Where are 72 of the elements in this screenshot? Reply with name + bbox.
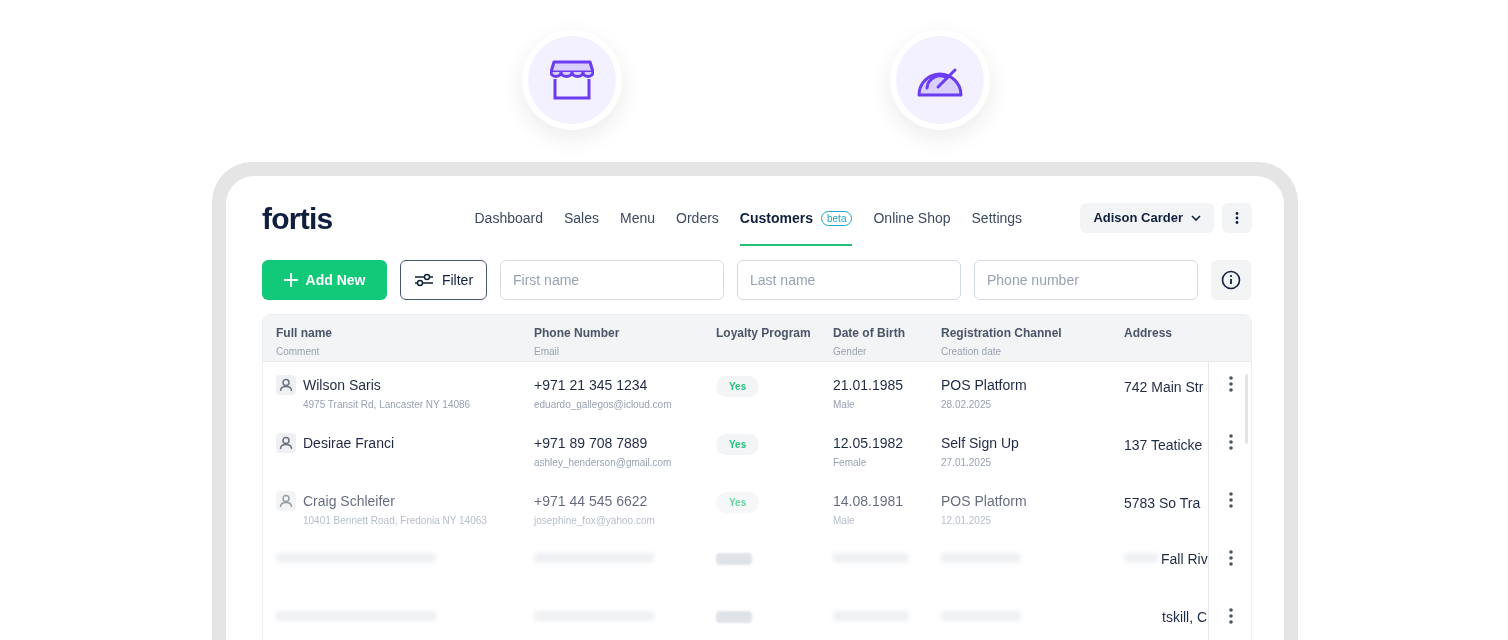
loyalty-badge: Yes bbox=[716, 376, 760, 397]
more-options-icon[interactable] bbox=[1229, 492, 1233, 508]
customer-comment: 10401 Bennett Road, Fredonia NY 14063 bbox=[303, 514, 487, 528]
address-text: 5783 So Tra bbox=[1124, 495, 1201, 511]
filter-button[interactable]: Filter bbox=[400, 260, 487, 300]
more-options-icon bbox=[1235, 212, 1239, 224]
birth-date: 12.05.1982 bbox=[833, 434, 905, 453]
phone-number: +971 21 345 1234 bbox=[534, 376, 649, 395]
nav-tab[interactable]: Orders bbox=[676, 190, 719, 246]
info-icon bbox=[1221, 270, 1241, 290]
gender-text: Female bbox=[833, 456, 868, 470]
column-header: Date of Birth bbox=[833, 325, 906, 342]
address-text: Fall Riv bbox=[1161, 550, 1208, 569]
column-header: Loyalty Program bbox=[716, 325, 812, 342]
chevron-down-icon bbox=[1191, 215, 1201, 221]
gender-text: Male bbox=[833, 514, 856, 528]
nav-tab[interactable]: Sales bbox=[564, 190, 600, 246]
sliders-icon bbox=[413, 272, 434, 288]
user-icon bbox=[276, 375, 296, 395]
customer-name: Wilson Saris bbox=[303, 376, 382, 395]
column-subheader: Comment bbox=[276, 345, 321, 359]
email-text: josephine_fox@yahoo.com bbox=[534, 514, 656, 528]
nav-tab[interactable]: Settings bbox=[971, 190, 1023, 246]
more-options-icon[interactable] bbox=[1229, 608, 1233, 624]
nav-tab[interactable]: Online Shop bbox=[873, 190, 951, 246]
birth-date: 21.01.1985 bbox=[833, 376, 905, 395]
user-icon bbox=[276, 433, 296, 453]
registration-channel: Self Sign Up bbox=[941, 434, 1020, 453]
storefront-icon bbox=[550, 60, 594, 100]
customer-name: Craig Schleifer bbox=[303, 492, 396, 511]
birth-date: 14.08.1981 bbox=[833, 492, 905, 511]
gender-text: Male bbox=[833, 398, 856, 412]
customer-comment: 4975 Transit Rd, Lancaster NY 14086 bbox=[303, 398, 471, 412]
loyalty-badge: Yes bbox=[716, 492, 760, 513]
column-header: Full name bbox=[276, 325, 333, 342]
blurred-badge-bar bbox=[716, 553, 752, 565]
more-options-icon[interactable] bbox=[1229, 376, 1233, 392]
nav-tab[interactable]: Menu bbox=[620, 190, 656, 246]
nav-tab[interactable]: Customers beta bbox=[739, 190, 853, 246]
info-button[interactable] bbox=[1211, 260, 1251, 300]
blurred-badge-bar bbox=[716, 611, 752, 623]
column-header: Phone Number bbox=[534, 325, 621, 342]
nav-tab[interactable]: Dashboard bbox=[474, 190, 543, 246]
creation-date: 12.01.2025 bbox=[941, 514, 993, 528]
search-field[interactable]: First name bbox=[500, 260, 724, 300]
customer-name: Desirae Franci bbox=[303, 434, 395, 453]
registration-channel: POS Platform bbox=[941, 376, 1028, 395]
phone-number: +971 44 545 6622 bbox=[534, 492, 649, 511]
user-menu-button[interactable]: Adison Carder bbox=[1080, 203, 1214, 233]
loyalty-badge: Yes bbox=[716, 434, 760, 455]
email-text: ashley_henderson@gmail.com bbox=[534, 456, 673, 470]
column-subheader: Email bbox=[534, 345, 560, 359]
column-header: Address bbox=[1124, 325, 1174, 342]
more-options-icon[interactable] bbox=[1229, 550, 1233, 566]
column-subheader: Creation date bbox=[941, 345, 1003, 359]
column-subheader: Gender bbox=[833, 345, 868, 359]
registration-channel: POS Platform bbox=[941, 492, 1028, 511]
column-header: Registration Channel bbox=[941, 325, 1063, 342]
plus-icon bbox=[283, 273, 298, 287]
address-text: tskill, C bbox=[1161, 608, 1208, 627]
creation-date: 27.01.2025 bbox=[941, 456, 993, 470]
address-text: 742 Main Str bbox=[1124, 379, 1204, 395]
phone-number: +971 89 708 7889 bbox=[534, 434, 649, 453]
search-field[interactable]: Phone number bbox=[974, 260, 1198, 300]
more-options-icon[interactable] bbox=[1229, 434, 1233, 450]
address-text: 137 Teaticke bbox=[1124, 437, 1203, 453]
user-icon bbox=[276, 491, 296, 511]
creation-date: 28.02.2025 bbox=[941, 398, 993, 412]
more-menu-button[interactable] bbox=[1222, 203, 1252, 233]
fortis-logo: fortis bbox=[262, 200, 333, 237]
search-field[interactable]: Last name bbox=[737, 260, 961, 300]
email-text: eduardo_gallegos@icloud.com bbox=[534, 398, 673, 412]
